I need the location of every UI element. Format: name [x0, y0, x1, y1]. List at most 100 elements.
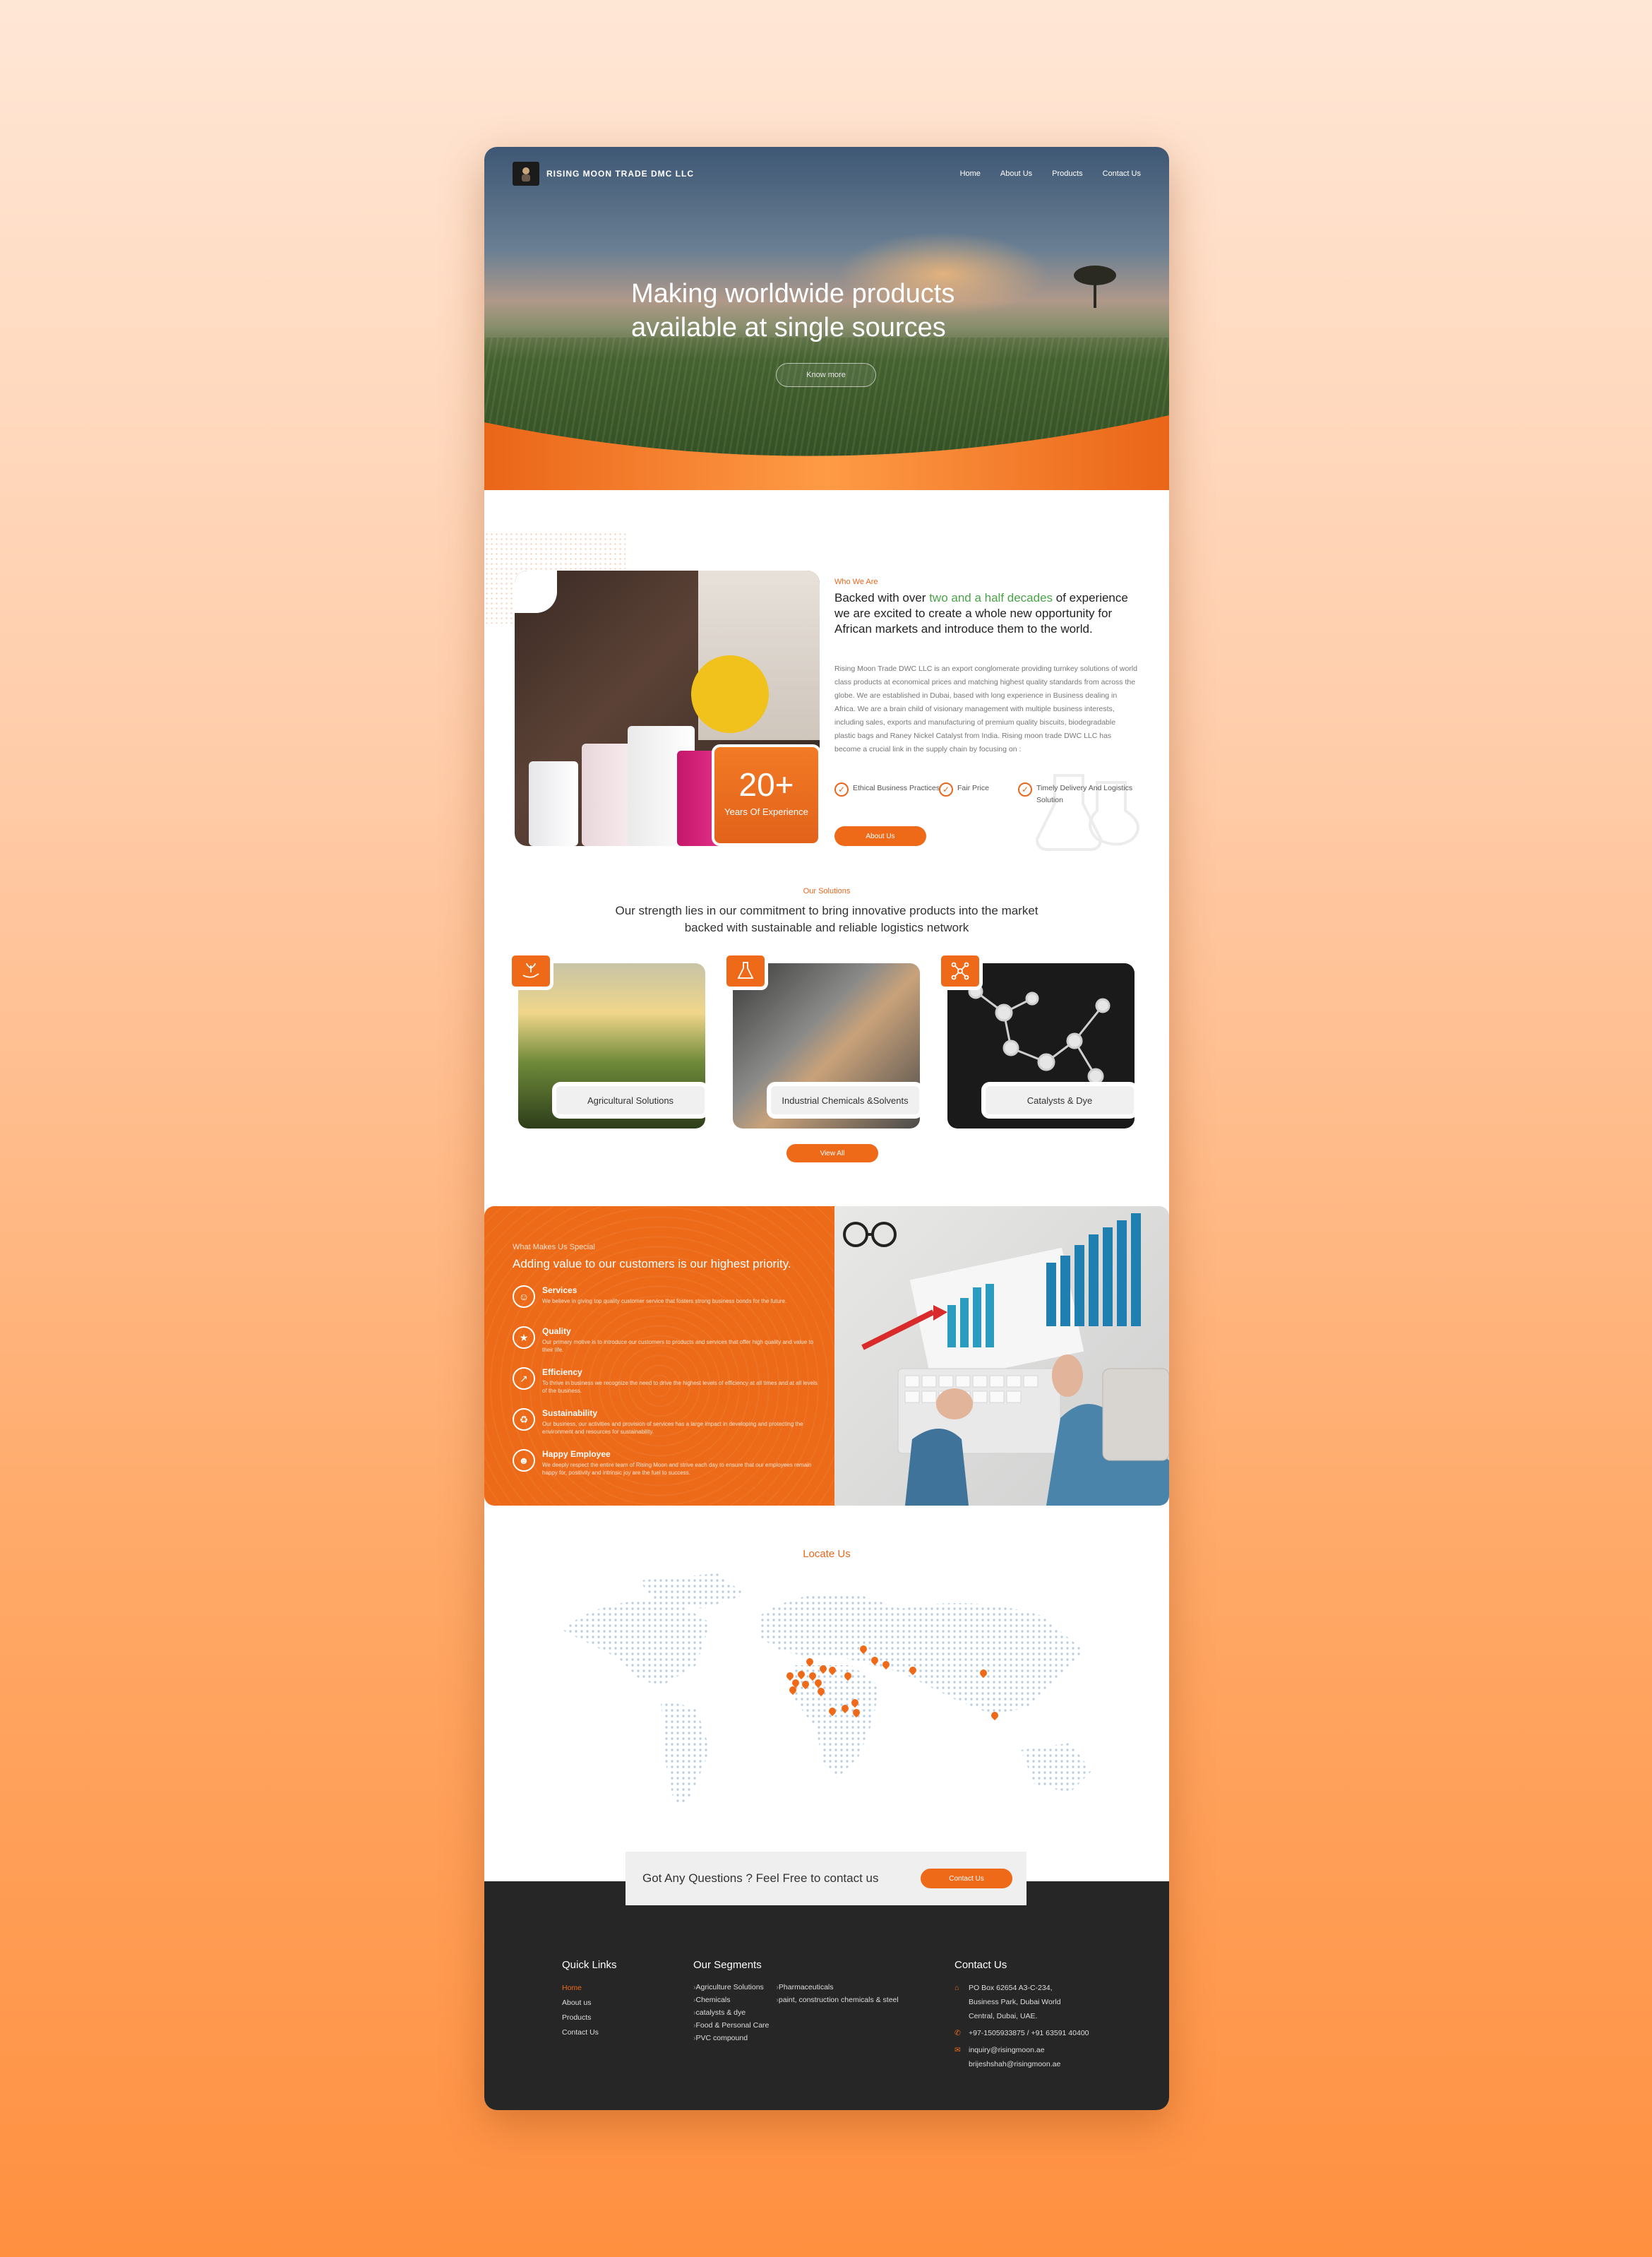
flask-icon	[723, 952, 768, 990]
heading-pre: Backed with over	[834, 591, 930, 605]
item-desc: We believe in giving top quality custome…	[542, 1298, 787, 1304]
experience-number: 20+	[738, 766, 794, 803]
nav-links: Home About Us Products Contact Us	[960, 169, 1141, 178]
segment-item[interactable]: Food & Personal Care	[693, 2019, 770, 2032]
item-title: Quality	[542, 1326, 571, 1336]
item-desc: Our primary motive is to introduce our c…	[542, 1339, 814, 1353]
employees-icon: ☻	[513, 1449, 535, 1472]
item-title: Happy Employee	[542, 1449, 611, 1459]
solutions-tag: Our Solutions	[803, 887, 851, 895]
quick-links: Quick Links Home About us Products Conta…	[562, 1959, 617, 2040]
item-desc: To thrive in business we recognize the n…	[542, 1380, 818, 1394]
know-more-button[interactable]: Know more	[776, 363, 876, 387]
special-tag: What Makes Us Special	[513, 1243, 595, 1251]
item-title: Efficiency	[542, 1367, 582, 1377]
molecule-icon	[938, 952, 983, 990]
contact-heading: Contact Us	[954, 1959, 1007, 1971]
nav-home[interactable]: Home	[960, 169, 981, 178]
quality-icon: ★	[513, 1326, 535, 1349]
footer: Quick Links Home About us Products Conta…	[484, 1881, 1169, 2110]
experience-label: Years Of Experience	[724, 806, 808, 817]
nav-contact[interactable]: Contact Us	[1103, 169, 1141, 178]
contact-us-button[interactable]: Contact Us	[921, 1869, 1012, 1888]
contact-info: Contact Us ⌂ PO Box 62654 A3-C-234, Busi…	[954, 1959, 1110, 2071]
hero-section: RISING MOON TRADE DMC LLC Home About Us …	[484, 147, 1169, 490]
address-line: Central, Dubai, UAE.	[969, 2012, 1038, 2020]
segment-item[interactable]: Agriculture Solutions	[693, 1981, 769, 1994]
segment-item[interactable]: Chemicals	[693, 1994, 769, 2006]
check-icon: ✓	[1018, 782, 1032, 797]
mail-icon: ✉	[954, 2046, 961, 2054]
feature-ethical: ✓ Ethical Business Practices	[834, 782, 940, 797]
address: ⌂ PO Box 62654 A3-C-234, Business Park, …	[954, 1981, 1110, 2023]
segment-item[interactable]: catalysts & dye	[693, 2006, 769, 2019]
about-body: Rising Moon Trade DWC LLC is an export c…	[834, 665, 1137, 754]
item-title: Services	[542, 1285, 577, 1295]
segment-item[interactable]: PVC compound	[693, 2032, 769, 2044]
special-item-quality: ★ Quality Our primary motive is to intro…	[513, 1326, 823, 1354]
email: ✉ inquiry@risingmoon.ae brijeshshah@risi…	[954, 2043, 1110, 2071]
view-all-button[interactable]: View All	[786, 1144, 878, 1162]
locate-us-tag: Locate Us	[803, 1548, 851, 1560]
nav-products[interactable]: Products	[1052, 169, 1082, 178]
feature-label: Ethical Business Practices	[853, 784, 940, 792]
footer-link-contact[interactable]: Contact Us	[562, 2025, 617, 2040]
who-we-are-heading: Backed with over two and a half decades …	[834, 590, 1138, 637]
quick-links-heading: Quick Links	[562, 1959, 617, 1971]
hero-title-line2: available at single sources	[631, 313, 946, 343]
solution-card-catalysts[interactable]: Catalysts & Dye	[938, 952, 1149, 1128]
special-item-efficiency: ↗ Efficiency To thrive in business we re…	[513, 1367, 823, 1395]
special-section: What Makes Us Special Adding value to ou…	[484, 1206, 1169, 1506]
logo	[513, 162, 539, 186]
world-map	[534, 1566, 1120, 1821]
hero-orange-wave	[484, 415, 1169, 490]
plant-hand-icon	[508, 952, 553, 990]
experience-card: 20+ Years Of Experience	[712, 744, 821, 846]
hero-title-line1: Making worldwide products	[631, 279, 955, 309]
navbar: RISING MOON TRADE DMC LLC Home About Us …	[513, 160, 1141, 188]
phone: ✆ +97-1505933875 / +91 63591 40400	[954, 2026, 1110, 2040]
about-us-button[interactable]: About Us	[834, 826, 926, 846]
heading-highlight: two and a half decades	[929, 591, 1053, 605]
who-we-are-tag: Who We Are	[834, 578, 878, 586]
location-icon: ⌂	[954, 1984, 959, 1992]
item-desc: We deeply respect the entire team of Ris…	[542, 1462, 812, 1476]
feature-timely-delivery: ✓ Timely Delivery And Logistics Solution	[1018, 782, 1138, 806]
solution-card-agricultural[interactable]: Agricultural Solutions	[508, 952, 720, 1128]
brand-name: RISING MOON TRADE DMC LLC	[546, 169, 694, 179]
nav-about[interactable]: About Us	[1000, 169, 1032, 178]
special-item-sustainability: ♻ Sustainability Our business, our activ…	[513, 1408, 823, 1436]
segments-heading: Our Segments	[693, 1959, 762, 1971]
hero-title: Making worldwide products available at s…	[631, 277, 1055, 345]
page-frame: RISING MOON TRADE DMC LLC Home About Us …	[484, 147, 1169, 2110]
address-line: PO Box 62654 A3-C-234,	[969, 1984, 1053, 1992]
sustainability-icon: ♻	[513, 1408, 535, 1431]
brand[interactable]: RISING MOON TRADE DMC LLC	[513, 162, 694, 186]
footer-link-home[interactable]: Home	[562, 1981, 617, 1996]
phone-icon: ✆	[954, 2029, 961, 2037]
footer-link-products[interactable]: Products	[562, 2011, 617, 2025]
segment-item[interactable]: Pharmaceuticals	[776, 1981, 898, 1994]
special-item-happy-employee: ☻ Happy Employee We deeply respect the e…	[513, 1449, 823, 1477]
segment-item[interactable]: paint, construction chemicals & steel	[776, 1994, 899, 2006]
segments: Our Segments Agriculture Solutions Chemi…	[693, 1959, 947, 2044]
phone-number[interactable]: +97-1505933875 / +91 63591 40400	[969, 2026, 1089, 2040]
footer-link-about[interactable]: About us	[562, 1996, 617, 2011]
email-link[interactable]: inquiry@risingmoon.ae	[969, 2043, 1060, 2057]
item-desc: Our business, our activities and provisi…	[542, 1421, 803, 1435]
solution-card-industrial[interactable]: Industrial Chemicals &Solvents	[723, 952, 935, 1128]
special-item-services: ☺ Services We believe in giving top qual…	[513, 1285, 823, 1308]
email-link[interactable]: brijeshshah@risingmoon.ae	[969, 2057, 1060, 2071]
special-heading: Adding value to our customers is our hig…	[513, 1257, 791, 1270]
address-line: Business Park, Dubai World	[969, 1998, 1061, 2006]
business-analytics-image	[834, 1206, 1169, 1506]
card-label: Industrial Chemicals &Solvents	[767, 1082, 923, 1119]
cta-text: Got Any Questions ? Feel Free to contact…	[642, 1871, 879, 1885]
feature-label: Timely Delivery And Logistics Solution	[1036, 784, 1133, 804]
flask-decoration-icon	[1035, 774, 1139, 851]
feature-fair-price: ✓ Fair Price	[939, 782, 1017, 797]
service-icon: ☺	[513, 1285, 535, 1308]
card-label: Agricultural Solutions	[552, 1082, 709, 1119]
efficiency-icon: ↗	[513, 1367, 535, 1390]
solutions-heading: Our strength lies in our commitment to b…	[615, 904, 1039, 934]
